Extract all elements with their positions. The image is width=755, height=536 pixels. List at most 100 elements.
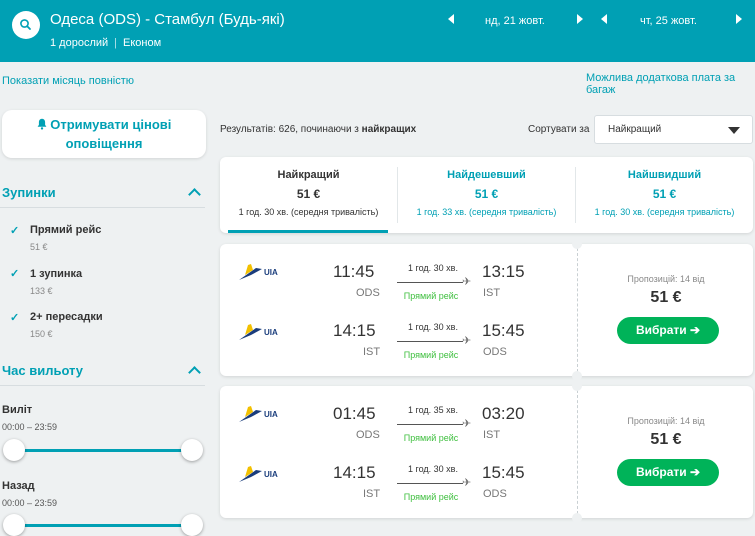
active-tab-indicator — [228, 230, 388, 233]
departure-airport: IST — [363, 488, 381, 500]
results-count-text: Результатів: 626, починаючи з — [220, 124, 362, 135]
divider — [0, 207, 205, 208]
divider — [577, 390, 578, 514]
departure-time-filter-title[interactable]: Час вильоту — [2, 363, 83, 378]
route-title[interactable]: Одеса (ODS) - Стамбул (Будь-які) — [50, 11, 285, 28]
plane-icon: ✈ — [462, 418, 472, 430]
stop-option-price: 51 € — [30, 242, 48, 252]
chevron-up-icon[interactable] — [188, 188, 201, 201]
show-month-link[interactable]: Показати місяць повністю — [2, 75, 134, 87]
tab-duration: 1 год. 30 хв. (середня тривалість) — [238, 207, 379, 217]
arrival-airport: ODS — [483, 346, 507, 358]
sort-label: Сортувати за — [528, 124, 590, 135]
checkbox-one-stop[interactable]: ✓ — [10, 267, 19, 280]
departure-time: 14:15 — [333, 321, 376, 340]
divider — [577, 248, 578, 372]
tab-title: Найшвидший — [627, 169, 702, 181]
route-line — [397, 424, 463, 425]
departure-time: 01:45 — [333, 404, 376, 423]
select-flight-button[interactable]: Вибрати ➔ — [617, 459, 719, 486]
arrival-time: 13:15 — [482, 262, 525, 281]
plane-icon: ✈ — [462, 276, 472, 288]
arrival-airport: ODS — [483, 488, 507, 500]
flight-card[interactable]: UIA 01:45 ODS 1 год. 35 хв. ✈ Прямий рей… — [220, 381, 753, 523]
return-slider-end-handle[interactable] — [181, 514, 203, 536]
tab-price: 51 € — [474, 187, 499, 201]
price-alert-button[interactable]: Отримувати цінові оповіщення — [2, 110, 206, 158]
tab-title: Найдешевший — [447, 169, 526, 181]
card-notch — [572, 239, 582, 249]
passengers-label[interactable]: 1 дорослий — [50, 37, 108, 49]
flight-price: 51 € — [650, 431, 682, 448]
tab-cheapest[interactable]: Найдешевший 51 € 1 год. 33 хв. (середня … — [398, 157, 575, 233]
airline-logo: UIA — [238, 406, 278, 424]
dropdown-arrow-icon — [728, 127, 740, 134]
arrival-time: 03:20 — [482, 404, 525, 423]
stops-label: Прямий рейс — [403, 291, 459, 301]
prev-return-date-icon[interactable] — [601, 14, 607, 24]
next-return-date-icon[interactable] — [736, 14, 742, 24]
airline-name: UIA — [264, 470, 278, 479]
stop-option-label[interactable]: 1 зупинка — [30, 268, 82, 280]
outbound-time-range: 00:00 – 23:59 — [2, 422, 58, 432]
baggage-fee-link[interactable]: Можлива додаткова плата за багаж — [586, 72, 755, 96]
stops-filter-title[interactable]: Зупинки — [2, 185, 56, 200]
return-time-range: 00:00 – 23:59 — [2, 498, 58, 508]
checkbox-two-plus[interactable]: ✓ — [10, 311, 19, 324]
search-icon — [20, 19, 31, 30]
return-date[interactable]: чт, 25 жовт. — [640, 15, 697, 27]
sort-value: Найкращий — [608, 124, 662, 135]
arrival-time: 15:45 — [482, 463, 525, 482]
stop-option-label[interactable]: Прямий рейс — [30, 224, 101, 236]
departure-airport: ODS — [356, 429, 380, 441]
flight-card[interactable]: UIA 11:45 ODS 1 год. 30 хв. ✈ Прямий рей… — [220, 239, 753, 381]
results-count: Результатів: 626, починаючи з найкращих — [220, 124, 416, 135]
return-slider-start-handle[interactable] — [3, 514, 25, 536]
search-header[interactable]: Одеса (ODS) - Стамбул (Будь-які) 1 дорос… — [0, 0, 755, 62]
stop-option-label[interactable]: 2+ пересадки — [30, 311, 103, 323]
bell-icon — [37, 117, 47, 135]
cabin-label[interactable]: Економ — [123, 37, 161, 49]
divider — [0, 385, 205, 386]
next-depart-date-icon[interactable] — [577, 14, 583, 24]
offers-count: Пропозицій: 14 від — [627, 274, 705, 284]
flight-duration: 1 год. 30 хв. — [408, 263, 458, 273]
flight-price: 51 € — [650, 289, 682, 306]
outbound-slider-track[interactable] — [12, 449, 192, 452]
tab-price: 51 € — [652, 187, 677, 201]
sort-tabs: Найкращий 51 € 1 год. 30 хв. (середня тр… — [220, 157, 753, 233]
route-line — [397, 341, 463, 342]
separator: | — [114, 37, 118, 49]
route-line — [397, 282, 463, 283]
sort-select[interactable]: Найкращий — [594, 115, 753, 144]
tab-price: 51 € — [296, 187, 321, 201]
tab-title: Найкращий — [277, 169, 340, 181]
departure-time: 11:45 — [333, 262, 375, 281]
tab-best[interactable]: Найкращий 51 € 1 год. 30 хв. (середня тр… — [220, 157, 397, 233]
stops-label: Прямий рейс — [403, 492, 459, 502]
tab-fastest[interactable]: Найшвидший 51 € 1 год. 30 хв. (середня т… — [576, 157, 753, 233]
tab-duration: 1 год. 30 хв. (середня тривалість) — [594, 207, 735, 217]
select-flight-button[interactable]: Вибрати ➔ — [617, 317, 719, 344]
depart-date[interactable]: нд, 21 жовт. — [485, 15, 545, 27]
prev-depart-date-icon[interactable] — [448, 14, 454, 24]
airline-name: UIA — [264, 410, 278, 419]
offers-count: Пропозицій: 14 від — [627, 416, 705, 426]
return-time-label: Назад — [2, 480, 35, 492]
flight-duration: 1 год. 30 хв. — [408, 464, 458, 474]
chevron-up-icon[interactable] — [188, 366, 201, 379]
tab-duration: 1 год. 33 хв. (середня тривалість) — [416, 207, 557, 217]
departure-time: 14:15 — [333, 463, 376, 482]
outbound-time-label: Виліт — [2, 404, 33, 416]
search-button[interactable] — [12, 11, 40, 39]
arrival-time: 15:45 — [482, 321, 525, 340]
card-notch — [572, 381, 582, 391]
plane-icon: ✈ — [462, 335, 472, 347]
checkbox-direct[interactable]: ✓ — [10, 224, 19, 237]
stops-label: Прямий рейс — [403, 350, 459, 360]
airline-logo: UIA — [238, 264, 278, 282]
stop-option-price: 133 € — [30, 286, 53, 296]
outbound-slider-start-handle[interactable] — [3, 439, 25, 461]
outbound-slider-end-handle[interactable] — [181, 439, 203, 461]
flight-duration: 1 год. 30 хв. — [408, 322, 458, 332]
